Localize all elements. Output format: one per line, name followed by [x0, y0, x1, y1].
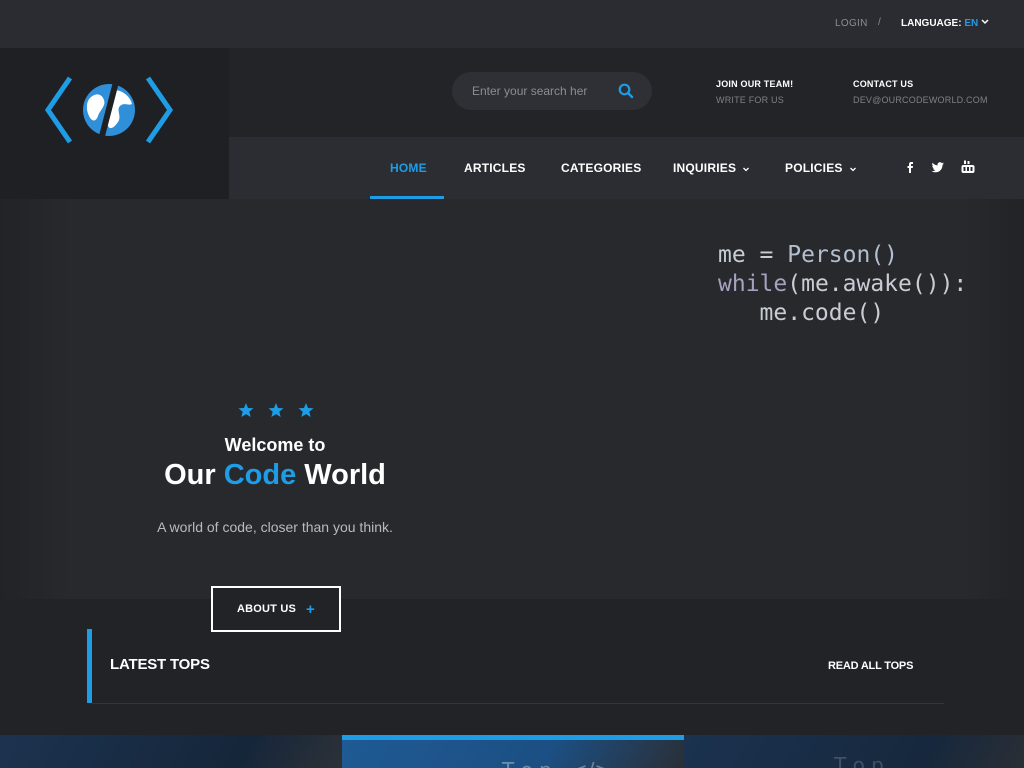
- card-peek-text: T o p </>: [502, 758, 611, 768]
- nav-inquiries-label: INQUIRIES: [673, 161, 737, 175]
- headline-pre: Our: [164, 459, 224, 491]
- nav-policies-label: POLICIES: [785, 161, 843, 175]
- top-card[interactable]: [0, 735, 342, 768]
- plus-icon: +: [306, 600, 315, 618]
- tops-cards-row: T o p </> T o p: [0, 735, 1024, 768]
- contact-title: CONTACT US: [853, 79, 914, 89]
- nav-home[interactable]: HOME: [390, 137, 427, 199]
- hero-tagline: A world of code, closer than you think.: [157, 519, 393, 535]
- code-keyword: while: [718, 271, 788, 297]
- hero-shade-left: [0, 199, 70, 599]
- contact-email-link[interactable]: DEV@OURCODEWORLD.COM: [853, 95, 988, 105]
- card-peek-text: T o p: [834, 753, 884, 768]
- hero-headline: Our Code World: [120, 459, 430, 492]
- facebook-icon[interactable]: [902, 159, 918, 175]
- about-us-label: ABOUT US: [236, 603, 297, 615]
- nav-categories[interactable]: CATEGORIES: [561, 137, 641, 199]
- code-var: me: [718, 242, 746, 268]
- language-selector[interactable]: LANGUAGE: EN: [901, 18, 978, 29]
- top-card[interactable]: T o p </>: [342, 735, 684, 768]
- search-box: [452, 72, 652, 110]
- write-for-us-link[interactable]: WRITE FOR US: [716, 95, 793, 105]
- hero-welcome: Welcome to: [224, 435, 326, 455]
- nav-inquiries[interactable]: INQUIRIES: [673, 137, 750, 199]
- join-team-block[interactable]: JOIN OUR TEAM! WRITE FOR US: [716, 79, 793, 105]
- chevron-down-icon: [743, 167, 750, 172]
- headline-highlight: Code: [223, 459, 297, 491]
- section-accent-bar: [87, 629, 92, 703]
- code-condition: (me.awake()):: [787, 271, 968, 297]
- language-code: EN: [964, 18, 979, 29]
- search-input[interactable]: [472, 82, 600, 100]
- nav-articles[interactable]: ARTICLES: [464, 137, 526, 199]
- search-icon[interactable]: [618, 83, 634, 99]
- code-call: Person(): [787, 242, 899, 268]
- code-equals: =: [745, 242, 788, 268]
- main-nav: HOME ARTICLES CATEGORIES INQUIRIES POLIC…: [229, 137, 1024, 199]
- login-link[interactable]: LOGIN: [835, 18, 868, 29]
- language-label: LANGUAGE:: [901, 18, 962, 29]
- top-bar: LOGIN / LANGUAGE: EN: [0, 0, 1024, 48]
- about-us-button[interactable]: ABOUT US +: [211, 586, 341, 632]
- hero-shade-right: [964, 199, 1024, 599]
- code-body: me.code(): [759, 300, 885, 326]
- separator: /: [878, 17, 881, 28]
- chevron-down-icon[interactable]: [980, 16, 990, 26]
- chevron-down-icon: [849, 167, 856, 172]
- join-team-title: JOIN OUR TEAM!: [716, 79, 794, 89]
- contact-block[interactable]: CONTACT US DEV@OURCODEWORLD.COM: [853, 79, 988, 105]
- latest-tops-title: LATEST TOPS: [110, 656, 210, 673]
- read-all-tops-link[interactable]: READ ALL TOPS: [828, 660, 913, 672]
- nav-policies[interactable]: POLICIES: [785, 137, 857, 199]
- hero-code-snippet: me = Person() while(me.awake()): me.code…: [718, 241, 967, 328]
- twitter-icon[interactable]: [930, 159, 946, 175]
- youtube-icon[interactable]: [960, 159, 976, 175]
- top-card[interactable]: T o p: [684, 735, 1024, 768]
- headline-post: World: [296, 459, 386, 491]
- hero-banner: me = Person() while(me.awake()): me.code…: [0, 199, 1024, 599]
- section-divider: [92, 703, 944, 704]
- logo-icon[interactable]: [42, 72, 176, 148]
- stars-icon: [238, 403, 314, 417]
